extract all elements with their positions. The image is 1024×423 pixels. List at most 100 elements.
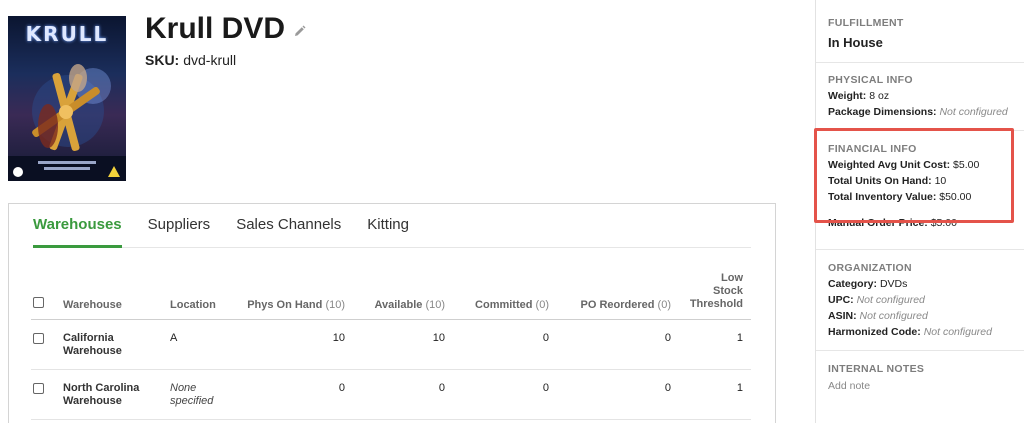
divider [816, 249, 1024, 250]
col-committed: Committed (0) [449, 299, 549, 311]
physical-info-title: PHYSICAL INFO [828, 74, 913, 86]
financial-info-title: FINANCIAL INFO [828, 143, 917, 155]
location-value: None specified [170, 382, 213, 408]
table-row: California Warehouse A 10 10 0 0 1 [31, 320, 751, 370]
harmonized-code-value: Not configured [923, 326, 992, 338]
harmonized-code-label: Harmonized Code: [828, 326, 921, 338]
category-label: Category: [828, 278, 878, 290]
inventory-value-line: Total Inventory Value: $50.00 [828, 191, 1024, 203]
col-location: Location [170, 299, 216, 311]
warehouse-name-line1: North Carolina [63, 382, 140, 394]
sku-label: SKU: [145, 52, 180, 68]
weight-label: Weight: [828, 90, 867, 102]
asin-value: Not configured [859, 310, 928, 322]
asin-label: ASIN: [828, 310, 857, 322]
tab-bar: Warehouses Suppliers Sales Channels Kitt… [33, 204, 751, 248]
row-checkbox[interactable] [33, 383, 44, 394]
warehouse-name-line2: Warehouse [63, 345, 122, 357]
weight-line: Weight: 8 oz [828, 90, 1024, 102]
col-low-line3: Threshold [689, 298, 743, 310]
committed-value: 0 [542, 332, 549, 344]
category-value: DVDs [879, 278, 908, 290]
phys-on-hand-value: 10 [332, 332, 345, 344]
warehouse-table: Warehouse Location Phys On Hand (10) Ava… [31, 270, 751, 420]
low-stock-value[interactable]: 1 [681, 332, 743, 344]
manual-order-price-label: Manual Order Price: [828, 217, 928, 229]
phys-on-hand-value: 0 [338, 382, 345, 394]
pencil-icon[interactable] [293, 25, 306, 38]
inventory-value-value: $50.00 [939, 191, 972, 203]
col-po-reordered: PO Reordered (0) [561, 299, 671, 311]
divider [816, 350, 1024, 351]
financial-info-section: FINANCIAL INFO Weighted Avg Unit Cost: $… [828, 143, 1024, 229]
avg-unit-cost-line: Weighted Avg Unit Cost: $5.00 [828, 159, 1024, 171]
organization-section: ORGANIZATION Category: DVDs UPC: Not con… [828, 262, 1024, 338]
warehouse-name[interactable]: California Warehouse [63, 332, 122, 358]
row-checkbox[interactable] [33, 333, 44, 344]
col-available-label: Available [374, 299, 423, 311]
internal-notes-title: INTERNAL NOTES [828, 363, 925, 375]
col-committed-count: (0) [535, 299, 549, 311]
table-row: North Carolina Warehouse None specified … [31, 370, 751, 420]
select-all-checkbox[interactable] [33, 297, 44, 308]
sku-line: SKU: dvd-krull [145, 52, 236, 68]
organization-title: ORGANIZATION [828, 262, 912, 274]
warehouse-name[interactable]: North Carolina Warehouse [63, 382, 139, 408]
col-po-count: (0) [657, 299, 671, 311]
add-note-link[interactable]: Add note [828, 380, 1024, 392]
col-committed-label: Committed [475, 299, 533, 311]
sku-value: dvd-krull [183, 52, 237, 68]
avg-unit-cost-value: $5.00 [953, 159, 980, 171]
divider [816, 62, 1024, 63]
manual-order-price-line: Manual Order Price: $5.00 [828, 217, 1024, 229]
committed-value: 0 [542, 382, 549, 394]
product-image: KRULL [8, 16, 126, 181]
cover-title: KRULL [25, 22, 109, 46]
weight-value: 8 oz [869, 90, 890, 102]
available-value: 0 [438, 382, 445, 394]
units-on-hand-line: Total Units On Hand: 10 [828, 175, 1024, 187]
location-line2: specified [170, 395, 214, 407]
package-dimensions-label: Package Dimensions: [828, 106, 937, 118]
avg-unit-cost-label: Weighted Avg Unit Cost: [828, 159, 951, 171]
col-phys-label: Phys On Hand [247, 299, 323, 311]
upc-line: UPC: Not configured [828, 294, 1024, 306]
harmonized-code-line: Harmonized Code: Not configured [828, 326, 1024, 338]
internal-notes-section: INTERNAL NOTES Add note [828, 363, 1024, 392]
inventory-value-label: Total Inventory Value: [828, 191, 937, 203]
details-sidebar: FULFILLMENT In House PHYSICAL INFO Weigh… [815, 0, 1024, 423]
physical-info-section: PHYSICAL INFO Weight: 8 oz Package Dimen… [828, 74, 1024, 118]
units-on-hand-label: Total Units On Hand: [828, 175, 932, 187]
col-phys-count: (10) [325, 299, 345, 311]
warehouse-name-line2: Warehouse [63, 395, 122, 407]
table-header: Warehouse Location Phys On Hand (10) Ava… [31, 270, 751, 320]
warehouse-name-line1: California [63, 332, 114, 344]
tab-sales-channels[interactable]: Sales Channels [236, 204, 341, 248]
col-low-line1: Low [721, 272, 743, 284]
tab-suppliers[interactable]: Suppliers [148, 204, 211, 248]
available-value: 10 [432, 332, 445, 344]
inventory-panel: Warehouses Suppliers Sales Channels Kitt… [8, 203, 776, 423]
col-phys-on-hand: Phys On Hand (10) [245, 299, 345, 311]
col-low-line2: Stock [713, 285, 743, 297]
fulfillment-section: FULFILLMENT In House [828, 17, 1024, 50]
col-warehouse: Warehouse [63, 299, 122, 311]
tab-warehouses[interactable]: Warehouses [33, 204, 122, 248]
package-dimensions-value: Not configured [939, 106, 1008, 118]
po-reordered-value: 0 [664, 382, 671, 394]
category-line: Category: DVDs [828, 278, 1024, 290]
product-title-text: Krull DVD [145, 12, 286, 45]
tab-kitting[interactable]: Kitting [367, 204, 409, 248]
po-reordered-value: 0 [664, 332, 671, 344]
col-available-count: (10) [425, 299, 445, 311]
col-po-label: PO Reordered [580, 299, 655, 311]
upc-label: UPC: [828, 294, 854, 306]
fulfillment-value: In House [828, 35, 883, 50]
product-title: Krull DVD [145, 12, 306, 46]
divider [816, 130, 1024, 131]
col-low-stock-threshold: Low Stock Threshold [681, 272, 743, 311]
location-line1: None [170, 382, 197, 394]
units-on-hand-value: 10 [934, 175, 947, 187]
manual-order-price-value: $5.00 [930, 217, 957, 229]
low-stock-value[interactable]: 1 [681, 382, 743, 394]
